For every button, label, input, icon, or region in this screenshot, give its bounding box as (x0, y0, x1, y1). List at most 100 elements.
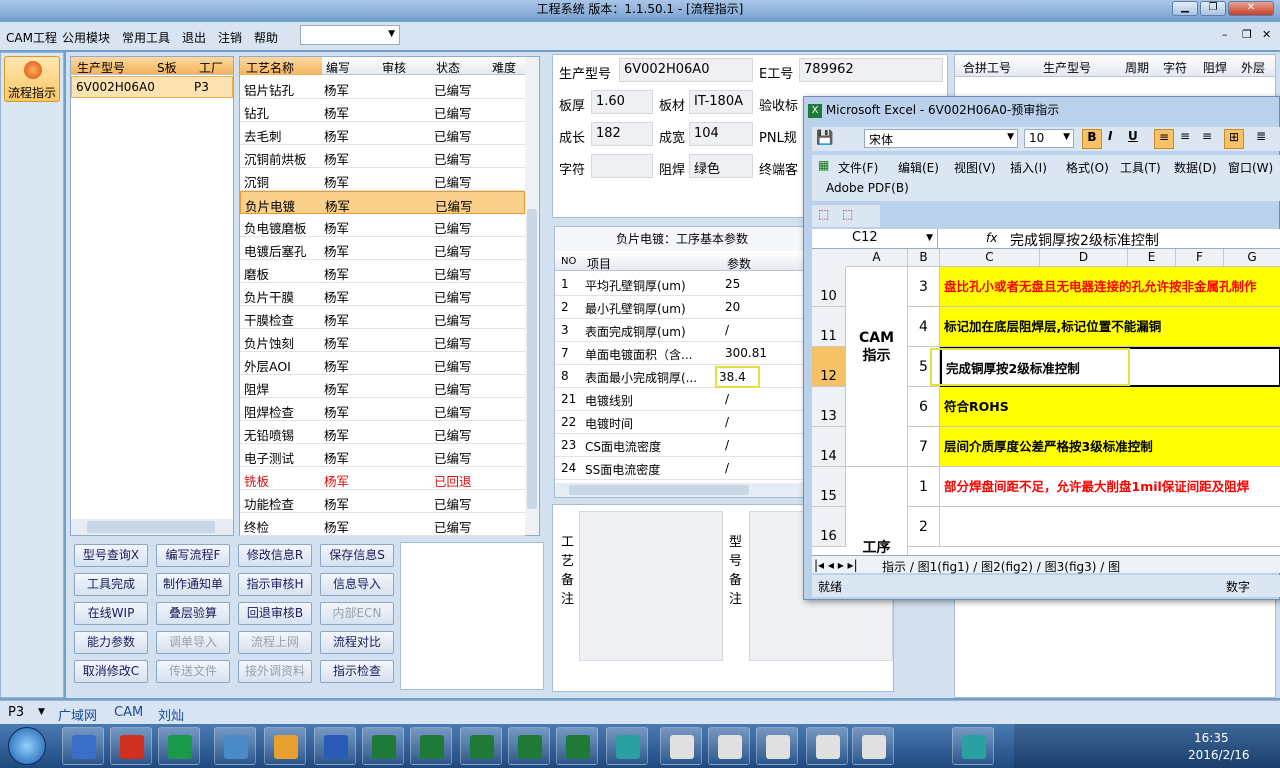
formula-input[interactable]: 完成铜厚按2级标准控制 (1010, 230, 1159, 250)
param-row[interactable]: 2 最小孔壁铜厚(um) 20 (555, 296, 807, 319)
process-row[interactable]: 电子测试 杨军 已编写 (240, 444, 525, 467)
action-button[interactable]: 流程对比 (320, 631, 394, 654)
param-row[interactable]: 3 表面完成铜厚(um) / (555, 319, 807, 342)
mdi-restore-icon[interactable]: ❐ (1242, 28, 1252, 41)
app-p-icon[interactable] (158, 727, 200, 765)
excel-icon[interactable] (362, 727, 404, 765)
menu-public[interactable]: 公用模块 (62, 29, 110, 46)
cell-c[interactable]: 部分焊盘间距不足，允许最大削盘1mil保证间距及阻焊 (940, 467, 1280, 507)
close-button[interactable]: ✕ (1228, 1, 1274, 16)
disc-icon[interactable] (606, 727, 648, 765)
excel-menu-edit[interactable]: 编辑(E) (898, 159, 939, 176)
param-row[interactable]: 23 CS面电流密度 / (555, 434, 807, 457)
start-button[interactable] (8, 727, 46, 765)
col-item[interactable]: 项目 (587, 255, 611, 272)
excel-menu-tools[interactable]: 工具(T) (1120, 159, 1161, 176)
menu-combo[interactable]: ▼ (300, 25, 400, 45)
process-row[interactable]: 沉铜前烘板 杨军 已编写 (240, 145, 525, 168)
param-hscroll[interactable] (555, 483, 807, 497)
process-vscroll[interactable] (525, 57, 539, 535)
cell-c[interactable] (940, 507, 1280, 547)
column-header[interactable]: C (940, 249, 1040, 267)
indent-icon[interactable]: ≣ (1256, 129, 1266, 143)
process-row[interactable]: 钻孔 杨军 已编写 (240, 99, 525, 122)
align-center-icon[interactable]: ≡ (1180, 129, 1190, 143)
process-row[interactable]: 磨板 杨军 已编写 (240, 260, 525, 283)
eng-field[interactable]: 789962 (799, 58, 943, 82)
action-button[interactable]: 制作通知单 (156, 573, 230, 596)
excel-menu-file[interactable]: 文件(F) (838, 159, 878, 176)
menu-cam[interactable]: CAM工程 (6, 29, 57, 46)
column-header[interactable]: E (1128, 249, 1176, 267)
excel-menu-view[interactable]: 视图(V) (954, 159, 996, 176)
shell-icon[interactable] (264, 727, 306, 765)
process-row[interactable]: 负片电镀 杨军 已编写 (240, 191, 525, 214)
param-row[interactable]: 22 电镀时间 / (555, 411, 807, 434)
column-header[interactable]: G (1224, 249, 1280, 267)
param-row[interactable]: 24 SS面电流密度 / (555, 457, 807, 480)
cell-b[interactable]: 4 (908, 307, 940, 347)
action-button[interactable]: 指示检查 (320, 660, 394, 683)
cell-c[interactable]: 盘比孔小或者无盘且无电器连接的孔允许按非金属孔制作 (940, 267, 1280, 307)
row-header[interactable]: 16 (812, 507, 846, 547)
sheet-tab-list[interactable]: 指示 / 图1(fig1) / 图2(fig2) / 图3(fig3) / 图 (882, 558, 1178, 575)
process-row[interactable]: 功能检查 杨军 已编写 (240, 490, 525, 513)
cell-b[interactable]: 5 (908, 347, 940, 387)
excel-doc-icon[interactable] (708, 727, 750, 765)
row-header[interactable]: 15 (812, 467, 846, 507)
status-factory[interactable]: P3 (8, 705, 24, 720)
process-row[interactable]: 负片蚀刻 杨军 已编写 (240, 329, 525, 352)
action-button[interactable]: 回退审核B (238, 602, 312, 625)
cell-c[interactable]: 符合ROHS (940, 387, 1280, 427)
notepad-icon[interactable] (214, 727, 256, 765)
fire-icon[interactable] (110, 727, 152, 765)
action-button[interactable]: 工具完成 (74, 573, 148, 596)
save-icon[interactable]: 💾 (816, 130, 833, 146)
col-no[interactable]: NO (561, 256, 576, 267)
action-button[interactable]: 指示审核H (238, 573, 312, 596)
length-field[interactable]: 182 (591, 122, 653, 146)
col-outer[interactable]: 外层 (1241, 59, 1265, 76)
cell-b[interactable]: 3 (908, 267, 940, 307)
mdi-min-icon[interactable]: – (1222, 28, 1228, 41)
action-button[interactable]: 编写流程F (156, 544, 230, 567)
bold-icon[interactable]: B (1082, 129, 1102, 149)
process-row[interactable]: 电镀后塞孔 杨军 已编写 (240, 237, 525, 260)
col-writer[interactable]: 编写 (326, 59, 350, 76)
menu-exit[interactable]: 退出 (182, 29, 206, 46)
col-s-board[interactable]: S板 (157, 59, 177, 76)
word-icon[interactable] (314, 727, 356, 765)
param-row[interactable]: 1 平均孔壁铜厚(um) 25 (555, 273, 807, 296)
sheet-nav-icon[interactable]: |◂ ◂ ▸ ▸| (814, 558, 858, 572)
excel-icon[interactable] (556, 727, 598, 765)
param-row[interactable]: 21 电镀线别 / (555, 388, 807, 411)
cell-c[interactable]: 完成铜厚按2级标准控制 (940, 347, 1280, 387)
col-review[interactable]: 审核 (382, 59, 406, 76)
process-row[interactable]: 负电镀磨板 杨军 已编写 (240, 214, 525, 237)
thick-field[interactable]: 1.60 (591, 90, 653, 114)
product-row[interactable]: 6V002H06A0 P3 (71, 76, 233, 98)
menu-tools[interactable]: 常用工具 (122, 29, 170, 46)
excel-menu-window[interactable]: 窗口(W) (1228, 159, 1273, 176)
action-button[interactable]: 修改信息R (238, 544, 312, 567)
process-row[interactable]: 沉铜 杨军 已编写 (240, 168, 525, 191)
action-button[interactable]: 型号查询X (74, 544, 148, 567)
cell-c[interactable]: 层间介质厚度公差严格按3级标准控制 (940, 427, 1280, 467)
pdf-create-icon[interactable]: ⬚ (818, 207, 829, 221)
size-select[interactable]: 10 ▼ (1024, 129, 1074, 148)
param-row[interactable]: 8 表面最小完成铜厚(... 38.4 (555, 365, 807, 388)
align-right-icon[interactable]: ≡ (1202, 129, 1212, 143)
column-header[interactable]: A (846, 249, 908, 267)
mask-field[interactable]: 绿色 (689, 154, 753, 178)
process-row[interactable]: 外层AOI 杨军 已编写 (240, 352, 525, 375)
excel-icon[interactable] (460, 727, 502, 765)
width-field[interactable]: 104 (689, 122, 753, 146)
excel-icon[interactable] (410, 727, 452, 765)
col-merge-model[interactable]: 生产型号 (1043, 59, 1091, 76)
cell-c[interactable]: 标记加在底层阻焊层,标记位置不能漏铜 (940, 307, 1280, 347)
process-row[interactable]: 干膜检查 杨军 已编写 (240, 306, 525, 329)
process-row[interactable]: 去毛刺 杨军 已编写 (240, 122, 525, 145)
col-model[interactable]: 生产型号 (77, 59, 125, 76)
disc-icon[interactable] (952, 727, 994, 765)
col-process-name[interactable]: 工艺名称 (246, 59, 294, 76)
